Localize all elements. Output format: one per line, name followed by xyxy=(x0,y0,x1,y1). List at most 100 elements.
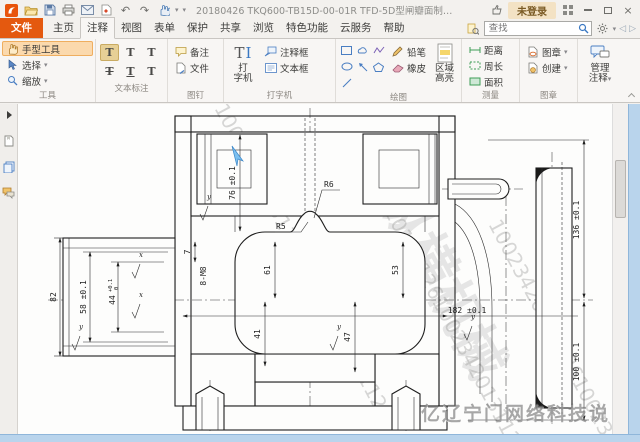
share-icon[interactable] xyxy=(489,3,504,18)
insert-text-icon[interactable]: T xyxy=(142,63,161,80)
ribbon-collapse-icon[interactable] xyxy=(628,92,635,99)
sidebar-bookmarks-icon[interactable] xyxy=(2,134,16,148)
customize-toolbar-icon[interactable]: ▾ xyxy=(183,6,187,14)
callout-box-label: 注释框 xyxy=(280,47,309,59)
note-label: 备注 xyxy=(190,47,210,59)
rectangle-shape-icon[interactable] xyxy=(339,43,354,58)
redo-icon[interactable]: ↷ xyxy=(137,3,152,18)
tab-browse[interactable]: 浏览 xyxy=(247,18,280,38)
export-pdf-icon[interactable] xyxy=(99,3,114,18)
measure-perimeter-button[interactable]: 周长 xyxy=(464,58,517,73)
tab-comment[interactable]: 注释 xyxy=(80,17,115,39)
undo-icon[interactable]: ↶ xyxy=(118,3,133,18)
search-settings-gear-icon[interactable] xyxy=(595,21,610,36)
attach-file-button[interactable]: 文件 xyxy=(170,60,221,75)
search-input[interactable] xyxy=(488,23,578,34)
replace-text-icon[interactable]: T xyxy=(142,44,161,61)
stamp-button[interactable]: 图章 ▾ xyxy=(522,44,575,59)
tab-file[interactable]: 文件 xyxy=(0,18,43,38)
search-icon[interactable] xyxy=(578,23,589,34)
perimeter-label: 周长 xyxy=(484,61,504,73)
group-drawing: 铅笔 橡皮 区域 高亮 绘图 xyxy=(336,39,462,103)
pencil-icon xyxy=(391,45,404,58)
find-in-document-icon[interactable] xyxy=(466,21,481,36)
svg-text:x: x xyxy=(139,251,143,259)
manage-comments-button[interactable]: 管理 注释▾ xyxy=(580,41,620,102)
underline-text-icon[interactable]: T xyxy=(121,63,140,80)
group-label-drawing: 绘图 xyxy=(389,93,407,103)
zoom-tool-button[interactable]: 缩放 ▾ xyxy=(2,73,93,88)
tab-help[interactable]: 帮助 xyxy=(378,18,411,38)
tab-cloud[interactable]: 云服务 xyxy=(334,18,378,38)
tab-share[interactable]: 共享 xyxy=(214,18,247,38)
dim-7: 7 xyxy=(183,249,192,254)
text-box-button[interactable]: 文本框 xyxy=(260,60,333,75)
pencil-button[interactable]: 铅笔 xyxy=(387,44,430,59)
tab-view[interactable]: 视图 xyxy=(115,18,148,38)
dim-44-tol-lower: 0 xyxy=(114,287,120,290)
save-icon[interactable] xyxy=(42,3,57,18)
apps-grid-icon[interactable] xyxy=(560,3,576,17)
email-icon[interactable] xyxy=(80,3,95,18)
close-button[interactable]: × xyxy=(620,3,636,17)
note-button[interactable]: 备注 xyxy=(170,44,221,59)
cloud-shape-icon[interactable] xyxy=(355,43,370,58)
dim-82: 82 xyxy=(49,292,58,302)
highlight-text-icon[interactable]: T xyxy=(100,44,119,61)
restore-button[interactable] xyxy=(600,3,616,17)
select-tool-button[interactable]: 选择 ▾ xyxy=(2,57,93,72)
window-frame-right xyxy=(628,104,640,442)
group-text-markup: T T T T T T 文本标注 xyxy=(96,39,168,102)
area-label: 面积 xyxy=(484,77,504,89)
measure-distance-button[interactable]: 距离 xyxy=(464,42,517,57)
strikeout-text-icon[interactable]: T xyxy=(100,63,119,80)
line-shape-icon[interactable] xyxy=(339,75,354,90)
magnifier-icon xyxy=(6,74,19,87)
measure-area-button[interactable]: 面积 xyxy=(464,74,517,89)
tab-protect[interactable]: 保护 xyxy=(181,18,214,38)
minimize-button[interactable] xyxy=(580,3,596,17)
manage-comments-icon xyxy=(590,42,610,64)
create-stamp-icon xyxy=(526,61,539,74)
oval-shape-icon[interactable] xyxy=(339,59,354,74)
engineering-drawing: 1002342013112610023420131126 10023420131… xyxy=(48,104,612,434)
squiggly-underline-icon[interactable]: T xyxy=(121,44,140,61)
eraser-button[interactable]: 橡皮 xyxy=(387,60,430,75)
document-canvas[interactable]: 1002342013112610023420131126 10023420131… xyxy=(18,104,612,434)
scrollbar-thumb[interactable] xyxy=(615,160,626,218)
hand-tool-button[interactable]: 手型工具 xyxy=(2,41,93,56)
polyline-shape-icon[interactable] xyxy=(371,43,386,58)
print-icon[interactable] xyxy=(61,3,76,18)
arrow-shape-icon[interactable] xyxy=(355,59,370,74)
dim-61: 61 xyxy=(263,265,272,275)
create-stamp-button[interactable]: 创建 ▾ xyxy=(522,60,575,75)
sidebar-comments-icon[interactable] xyxy=(2,186,16,200)
window-frame-bottom xyxy=(0,434,640,442)
login-button[interactable]: 未登录 xyxy=(508,1,556,19)
hand-stamp-icon[interactable] xyxy=(156,3,171,18)
tab-form[interactable]: 表单 xyxy=(148,18,181,38)
group-label-pin: 图钉 xyxy=(186,91,204,101)
search-options-caret-icon[interactable]: ▾ xyxy=(613,25,617,33)
area-highlight-button[interactable]: 区域 高亮 xyxy=(430,41,459,92)
open-file-icon[interactable] xyxy=(23,3,38,18)
sidebar-pages-icon[interactable] xyxy=(2,160,16,174)
ribbon-comment: 手型工具 选择 ▾ 缩放 ▾ 工具 T T T T T T 文本标注 备注 文件… xyxy=(0,39,640,103)
tab-features[interactable]: 特色功能 xyxy=(280,18,334,38)
vertical-scrollbar[interactable] xyxy=(612,104,628,434)
hand-stamp-caret-icon[interactable]: ▾ xyxy=(175,6,179,14)
tab-home[interactable]: 主页 xyxy=(47,18,80,38)
distance-label: 距离 xyxy=(484,45,504,57)
area-highlight-icon xyxy=(437,42,453,64)
callout-box-button[interactable]: 注释框 xyxy=(260,44,333,59)
dim-76: 76 ±0.1 xyxy=(228,166,237,200)
document-title: 20180426 TKQ600-TB15D-00-01R TFD-5D型闸瓣面制… xyxy=(196,6,462,17)
pentagon-shape-icon[interactable] xyxy=(371,59,386,74)
find-previous-icon[interactable]: ◁ xyxy=(619,24,626,34)
find-next-icon[interactable]: ▷ xyxy=(629,24,636,34)
eraser-label: 橡皮 xyxy=(407,63,427,75)
area-icon xyxy=(468,75,481,88)
typewriter-button[interactable]: TI 打字机 xyxy=(226,41,260,90)
manage-caret-icon: ▾ xyxy=(607,75,612,83)
sidebar-expand-icon[interactable] xyxy=(2,108,16,122)
